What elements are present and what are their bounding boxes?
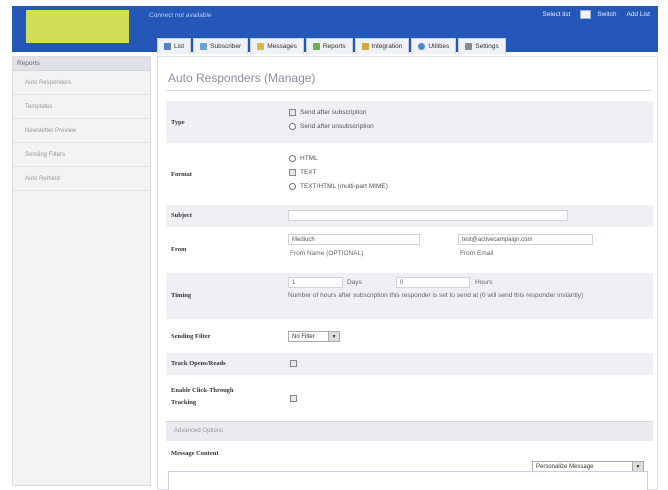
plug-icon xyxy=(361,43,369,50)
chevron-down-icon[interactable]: ▼ xyxy=(632,462,643,471)
message-editor[interactable] xyxy=(168,471,648,490)
type-row: Type Send after subscription Send after … xyxy=(166,101,653,143)
subject-label: Subject xyxy=(171,212,192,219)
days-label: Days xyxy=(347,279,362,286)
list-select-box[interactable] xyxy=(580,10,592,19)
tab-messages[interactable]: Messages xyxy=(250,38,304,54)
from-label: From xyxy=(171,246,187,253)
advanced-options-bar[interactable]: Advanced Options xyxy=(166,421,653,441)
tab-list[interactable]: List xyxy=(157,38,192,54)
subject-input[interactable] xyxy=(288,210,568,221)
tab-utilities[interactable]: Utilities xyxy=(411,38,457,54)
tab-reports[interactable]: Reports xyxy=(305,38,353,54)
checkbox-icon[interactable] xyxy=(289,109,296,116)
wrench-icon xyxy=(465,43,473,50)
sidebar-item-sending-filters[interactable]: Sending Filters xyxy=(13,143,150,167)
tab-settings[interactable]: Settings xyxy=(458,38,506,54)
tab-integration[interactable]: Integration xyxy=(354,38,410,54)
click-tracking-row: Enable Click-Through Tracking xyxy=(166,383,653,417)
chevron-down-icon[interactable]: ▼ xyxy=(328,332,339,341)
track-opens-row: Track Opens/Reads xyxy=(166,353,653,375)
from-email-input[interactable]: test@activecampaign.com xyxy=(458,234,593,245)
tab-subscriber[interactable]: Subscriber xyxy=(193,38,249,54)
from-row: From Mediuch From Name (OPTIONAL) test@a… xyxy=(166,231,653,265)
click-tracking-label-2: Tracking xyxy=(171,399,197,406)
format-option-multipart[interactable]: TEXT/HTML (multi-part MIME) xyxy=(289,183,388,190)
timing-days-input[interactable]: 1 xyxy=(288,277,343,288)
radio-icon[interactable] xyxy=(289,155,296,162)
timing-help-text: Number of hours after subscription this … xyxy=(288,292,584,299)
sending-filter-row: Sending Filter No Filter ▼ xyxy=(166,325,653,349)
sidebar-item-templates[interactable]: Templates xyxy=(13,95,150,119)
track-opens-label: Track Opens/Reads xyxy=(171,360,226,367)
title-divider xyxy=(166,90,651,91)
track-opens-checkbox[interactable] xyxy=(290,360,297,367)
sidebar: Reports Auto Responders Templates Newsle… xyxy=(12,56,151,486)
format-option-text[interactable]: TEXT xyxy=(289,169,317,176)
connection-status: Connect not available xyxy=(149,12,212,19)
radio-icon[interactable] xyxy=(289,123,296,130)
chart-icon xyxy=(312,43,320,50)
sending-filter-select[interactable]: No Filter ▼ xyxy=(288,331,340,342)
format-row: Format HTML TEXT TEXT/HTML (multi-part M… xyxy=(166,149,653,199)
subject-row: Subject xyxy=(166,205,653,227)
type-option-unsubscribe[interactable]: Send after unsubscription xyxy=(289,123,374,130)
timing-label: Timing xyxy=(171,292,192,299)
users-icon xyxy=(200,43,208,50)
click-tracking-checkbox[interactable] xyxy=(290,395,297,402)
timing-row: Timing 1 Days 0 Hours Number of hours af… xyxy=(166,273,653,319)
pencil-icon xyxy=(257,43,265,50)
globe-icon xyxy=(418,43,426,50)
add-list-link[interactable]: Add List xyxy=(627,11,651,18)
message-content-label: Message Content xyxy=(171,450,219,457)
click-tracking-label-1: Enable Click-Through xyxy=(171,387,234,394)
advanced-options-label: Advanced Options xyxy=(174,428,224,434)
radio-icon[interactable] xyxy=(289,183,296,190)
list-icon xyxy=(164,43,171,50)
sidebar-item-auto-remind[interactable]: Auto Remind xyxy=(13,167,150,191)
sidebar-item-auto-responders[interactable]: Auto Responders xyxy=(13,71,150,95)
from-name-input[interactable]: Mediuch xyxy=(288,234,420,245)
header-links: Select list Switch Add List xyxy=(543,10,650,19)
sending-filter-label: Sending Filter xyxy=(171,333,211,340)
type-label: Type xyxy=(171,119,185,126)
format-label: Format xyxy=(171,171,192,178)
switch-link[interactable]: Switch xyxy=(597,11,616,18)
type-option-subscribe[interactable]: Send after subscription xyxy=(289,109,366,116)
select-list-link[interactable]: Select list xyxy=(543,11,571,18)
checkbox-icon[interactable] xyxy=(289,169,296,176)
logo xyxy=(26,10,129,43)
hours-label: Hours xyxy=(475,279,493,286)
main-panel: Auto Responders (Manage) Type Send after… xyxy=(157,56,658,490)
page-title: Auto Responders (Manage) xyxy=(168,71,316,85)
from-name-caption: From Name (OPTIONAL) xyxy=(290,250,364,257)
main-tabs: List Subscriber Messages Reports Integra… xyxy=(157,38,506,54)
format-option-html[interactable]: HTML xyxy=(289,155,318,162)
timing-hours-input[interactable]: 0 xyxy=(396,277,470,288)
sidebar-header: Reports xyxy=(13,57,150,71)
sidebar-item-newsletter-preview[interactable]: Newsletter Preview xyxy=(13,119,150,143)
from-email-caption: From Email xyxy=(460,250,494,257)
